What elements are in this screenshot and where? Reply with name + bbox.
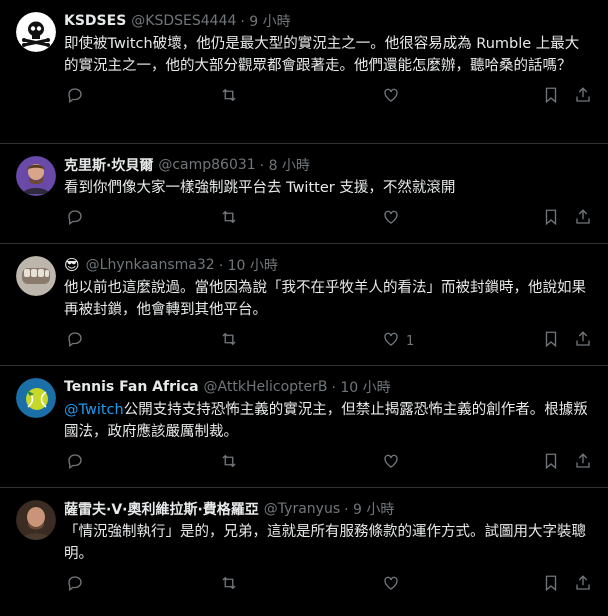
share-button[interactable]	[574, 565, 592, 605]
display-name[interactable]: 薩雷夫·V·奧利維拉斯·費格羅亞	[64, 499, 259, 519]
bookmark-button[interactable]	[542, 77, 560, 117]
tweet[interactable]: 😎 @Lhynkaansma32 · 10 小時 他以前也這麼說過。當他因為說「…	[0, 244, 608, 366]
bookmark-button[interactable]	[542, 321, 560, 361]
action-bar	[64, 199, 592, 239]
handle[interactable]: @Lhynkaansma32	[86, 257, 215, 273]
reply-feed: KSDSES @KSDSES4444 · 9 小時 即使被Twitch破壞，他仍…	[0, 0, 608, 616]
action-bar	[64, 443, 592, 483]
retweet-icon	[220, 574, 238, 596]
retweet-icon	[220, 330, 238, 352]
like-count: 1	[406, 333, 415, 349]
like-icon	[382, 86, 400, 108]
retweet-button[interactable]	[220, 443, 238, 483]
action-bar	[64, 565, 592, 605]
timestamp[interactable]: · 8 小時	[260, 155, 310, 175]
like-button[interactable]	[382, 199, 406, 239]
tweet-header: Tennis Fan Africa @AttkHelicopterB · 10 …	[64, 376, 592, 398]
share-button[interactable]	[574, 321, 592, 361]
tweet[interactable]: KSDSES @KSDSES4444 · 9 小時 即使被Twitch破壞，他仍…	[0, 0, 608, 144]
like-button[interactable]	[382, 77, 406, 117]
tweet-body: 公開支持支持恐怖主義的實況主，但禁止揭露恐怖主義的創作者。根據叛國法，政府應該嚴…	[64, 402, 588, 440]
tweet-body: 看到你們像大家一樣強制跳平台去 Twitter 支援，不然就滾開	[64, 180, 456, 196]
fist-avatar[interactable]	[16, 256, 56, 296]
retweet-icon	[220, 208, 238, 230]
tweet[interactable]: 克里斯·坎貝爾 @camp86031 · 8 小時 看到你們像大家一樣強制跳平台…	[0, 144, 608, 244]
retweet-icon	[220, 452, 238, 474]
reply-button[interactable]	[66, 199, 84, 239]
tweet[interactable]: Tennis Fan Africa @AttkHelicopterB · 10 …	[0, 366, 608, 488]
reply-button[interactable]	[66, 321, 84, 361]
like-button[interactable]: 1	[382, 321, 414, 361]
like-icon	[382, 208, 400, 230]
skull-avatar[interactable]	[16, 12, 56, 52]
bookmark-icon	[542, 452, 560, 474]
timestamp[interactable]: · 10 小時	[219, 255, 278, 275]
display-name[interactable]: 克里斯·坎貝爾	[64, 155, 153, 175]
bookmark-button[interactable]	[542, 199, 560, 239]
timestamp[interactable]: · 10 小時	[331, 377, 390, 397]
tweet-text: @Twitch公開支持支持恐怖主義的實況主，但禁止揭露恐怖主義的創作者。根據叛國…	[64, 399, 592, 443]
display-name[interactable]: KSDSES	[64, 13, 126, 29]
reply-button[interactable]	[66, 443, 84, 483]
mention-link[interactable]: @Twitch	[64, 402, 124, 418]
share-button[interactable]	[574, 77, 592, 117]
reply-icon	[66, 330, 84, 352]
action-bar	[64, 77, 592, 117]
sunglasses-emoji: 😎	[64, 255, 80, 274]
retweet-button[interactable]	[220, 321, 238, 361]
display-name[interactable]: Tennis Fan Africa	[64, 379, 199, 395]
handle[interactable]: @Tyranyus	[264, 501, 340, 517]
tennis-avatar[interactable]	[16, 378, 56, 418]
share-button[interactable]	[574, 443, 592, 483]
tweet-header: 😎 @Lhynkaansma32 · 10 小時	[64, 254, 592, 276]
like-icon	[382, 574, 400, 596]
share-icon	[574, 574, 592, 596]
tweet-text: 「情況強制執行」是的，兄弟，這就是所有服務條款的運作方式。試圖用大字裝聰明。	[64, 521, 592, 565]
tweet-text: 看到你們像大家一樣強制跳平台去 Twitter 支援，不然就滾開	[64, 177, 592, 199]
like-button[interactable]	[382, 443, 406, 483]
handle[interactable]: @AttkHelicopterB	[204, 379, 328, 395]
tweet-body: 「情況強制執行」是的，兄弟，這就是所有服務條款的運作方式。試圖用大字裝聰明。	[64, 524, 586, 562]
like-icon	[382, 330, 400, 352]
share-icon	[574, 86, 592, 108]
tweet[interactable]: 薩雷夫·V·奧利維拉斯·費格羅亞 @Tyranyus · 9 小時 「情況強制執…	[0, 488, 608, 616]
reply-icon	[66, 86, 84, 108]
tweet-text: 即使被Twitch破壞，他仍是最大型的實況主之一。他很容易成為 Rumble 上…	[64, 33, 592, 77]
tweet-header: 克里斯·坎貝爾 @camp86031 · 8 小時	[64, 154, 592, 176]
share-icon	[574, 330, 592, 352]
bald-man-avatar[interactable]	[16, 500, 56, 540]
share-button[interactable]	[574, 199, 592, 239]
bookmark-icon	[542, 86, 560, 108]
reply-button[interactable]	[66, 565, 84, 605]
reply-button[interactable]	[66, 77, 84, 117]
tweet-body: 他以前也這麼說過。當他因為說「我不在乎牧羊人的看法」而被封鎖時，他說如果再被封鎖…	[64, 280, 586, 318]
action-bar: 1	[64, 321, 592, 361]
tweet-text: 他以前也這麼說過。當他因為說「我不在乎牧羊人的看法」而被封鎖時，他說如果再被封鎖…	[64, 277, 592, 321]
reply-icon	[66, 574, 84, 596]
tweet-header: KSDSES @KSDSES4444 · 9 小時	[64, 10, 592, 32]
bookmark-button[interactable]	[542, 565, 560, 605]
bookmark-icon	[542, 208, 560, 230]
timestamp[interactable]: · 9 小時	[344, 499, 394, 519]
share-icon	[574, 452, 592, 474]
like-button[interactable]	[382, 565, 406, 605]
tweet-body: 即使被Twitch破壞，他仍是最大型的實況主之一。他很容易成為 Rumble 上…	[64, 36, 580, 74]
tweet-header: 薩雷夫·V·奧利維拉斯·費格羅亞 @Tyranyus · 9 小時	[64, 498, 592, 520]
bookmark-icon	[542, 330, 560, 352]
handle[interactable]: @camp86031	[158, 157, 255, 173]
handle[interactable]: @KSDSES4444	[131, 13, 236, 29]
retweet-icon	[220, 86, 238, 108]
share-icon	[574, 208, 592, 230]
retweet-button[interactable]	[220, 199, 238, 239]
retweet-button[interactable]	[220, 77, 238, 117]
bookmark-button[interactable]	[542, 443, 560, 483]
person-avatar[interactable]	[16, 156, 56, 196]
timestamp[interactable]: · 9 小時	[240, 11, 290, 31]
retweet-button[interactable]	[220, 565, 238, 605]
bookmark-icon	[542, 574, 560, 596]
like-icon	[382, 452, 400, 474]
reply-icon	[66, 452, 84, 474]
reply-icon	[66, 208, 84, 230]
